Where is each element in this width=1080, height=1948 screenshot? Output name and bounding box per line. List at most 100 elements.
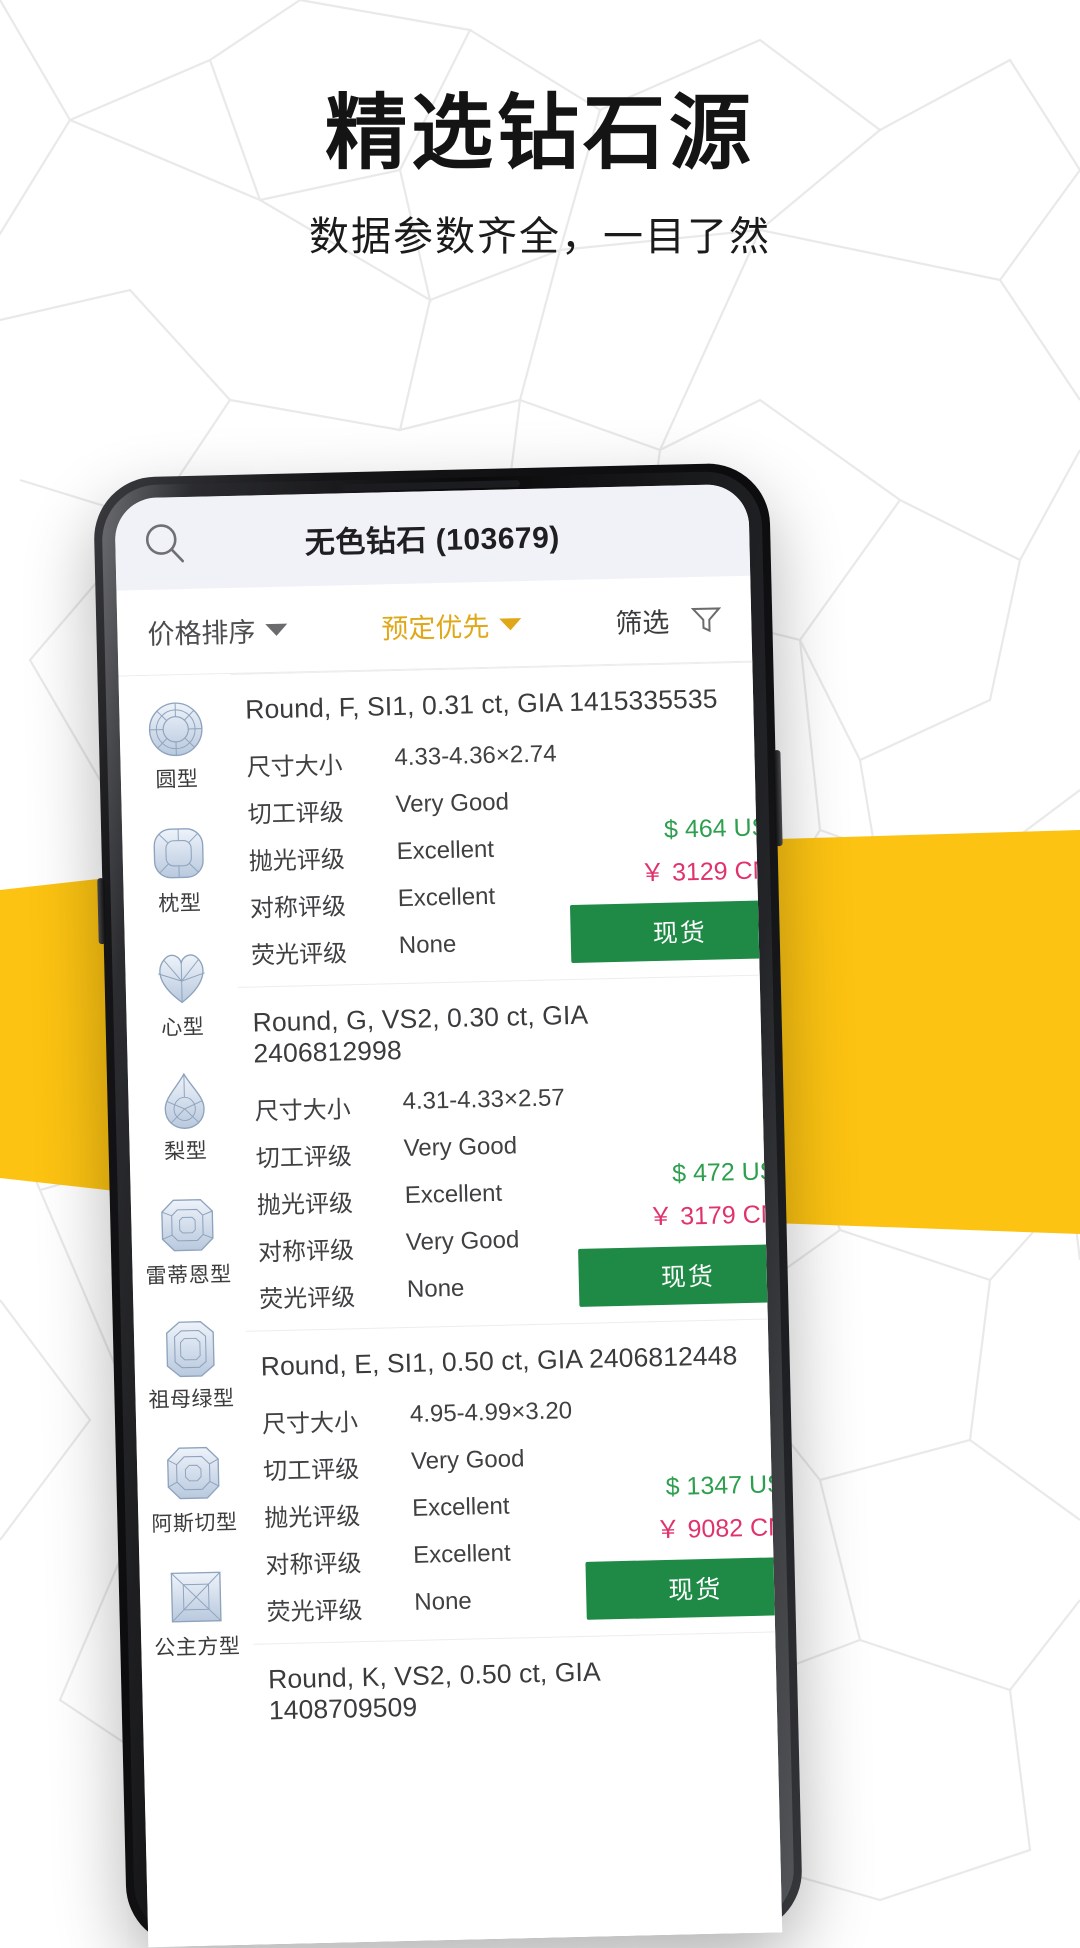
phone-mockup: 无色钻石 (103679) 价格排序 预定优先 筛选 bbox=[93, 462, 803, 1948]
shape-filter-princess[interactable]: 公主方型 bbox=[139, 1550, 254, 1677]
diamond-card-title: Round, K, VS2, 0.50 ct, GIA 1408709509 bbox=[268, 1653, 753, 1726]
diamond-price-block: $ 464 USD ￥ 3129 CNY 现货 bbox=[556, 735, 782, 963]
sort-bar-spacer-right bbox=[521, 621, 615, 623]
shape-filter-pear[interactable]: 梨型 bbox=[127, 1054, 242, 1181]
shape-filter-round[interactable]: 圆型 bbox=[119, 682, 234, 809]
diamond-card-title: Round, F, SI1, 0.31 ct, GIA 1415335535 bbox=[245, 683, 729, 725]
page-title: 无色钻石 (103679) bbox=[115, 508, 750, 567]
diamond-card-title: Round, G, VS2, 0.30 ct, GIA 2406812998 bbox=[252, 996, 737, 1069]
spec-value: Excellent bbox=[396, 836, 494, 873]
spec-key: 荧光评级 bbox=[259, 1276, 408, 1314]
app-header: 无色钻石 (103679) bbox=[114, 484, 750, 591]
shape-filter-emerald[interactable]: 祖母绿型 bbox=[133, 1302, 248, 1429]
spec-value: None bbox=[399, 931, 457, 967]
stock-status-button[interactable]: 现货 bbox=[586, 1557, 783, 1620]
sort-priority-dropdown[interactable]: 预定优先 bbox=[381, 604, 522, 646]
spec-key: 荧光评级 bbox=[266, 1589, 415, 1627]
shape-label: 阿斯切型 bbox=[151, 1506, 238, 1538]
diamond-card[interactable]: Round, G, VS2, 0.30 ct, GIA 2406812998 尺… bbox=[238, 975, 769, 1331]
price-cny: ￥ 9082 CNY bbox=[655, 1507, 782, 1546]
shape-label: 雷蒂恩型 bbox=[145, 1258, 232, 1290]
diamond-card[interactable]: Round, F, SI1, 0.31 ct, GIA 1415335535 尺… bbox=[230, 662, 761, 987]
sort-filter-bar: 价格排序 预定优先 筛选 bbox=[116, 576, 752, 677]
shape-label: 公主方型 bbox=[154, 1630, 241, 1662]
sort-priority-label: 预定优先 bbox=[381, 605, 490, 647]
spec-row-size: 尺寸大小 4.33-4.36×2.74 bbox=[246, 740, 557, 782]
shape-filter-cushion[interactable]: 枕型 bbox=[122, 806, 237, 933]
spec-value: Excellent bbox=[404, 1180, 502, 1217]
promo-headline: 精选钻石源 bbox=[0, 88, 1080, 180]
volume-button[interactable] bbox=[97, 878, 106, 944]
spec-row-size: 尺寸大小 4.95-4.99×3.20 bbox=[262, 1397, 573, 1439]
sort-price-dropdown[interactable]: 价格排序 bbox=[147, 610, 288, 652]
spec-row-fluorescence: 荧光评级 None bbox=[259, 1272, 570, 1314]
shape-label: 圆型 bbox=[155, 762, 199, 793]
stock-status-button[interactable]: 现货 bbox=[570, 900, 782, 963]
pear-diamond-icon bbox=[153, 1069, 216, 1132]
spec-row-symmetry: 对称评级 Excellent bbox=[265, 1538, 576, 1580]
spec-value: 4.31-4.33×2.57 bbox=[402, 1084, 565, 1123]
spec-row-symmetry: 对称评级 Excellent bbox=[249, 881, 560, 923]
spec-value: Very Good bbox=[403, 1132, 517, 1170]
princess-diamond-icon bbox=[164, 1565, 227, 1628]
price-cny: ￥ 3179 CNY bbox=[648, 1194, 783, 1233]
diamond-spec-list: 尺寸大小 4.33-4.36×2.74 切工评级 Very Good 抛光评级 … bbox=[246, 740, 561, 970]
spec-row-fluorescence: 荧光评级 None bbox=[266, 1585, 577, 1627]
radiant-diamond-icon bbox=[156, 1193, 219, 1256]
round-diamond-icon bbox=[144, 697, 207, 760]
shape-label: 祖母绿型 bbox=[148, 1382, 235, 1414]
yellow-accent-right bbox=[744, 830, 1080, 1234]
spec-row-polish: 抛光评级 Excellent bbox=[248, 834, 559, 876]
shape-filter-radiant[interactable]: 雷蒂恩型 bbox=[130, 1178, 245, 1305]
spec-value: Very Good bbox=[395, 788, 509, 826]
promo-text-block: 精选钻石源 数据参数齐全，一目了然 bbox=[0, 88, 1080, 262]
diamond-card-body: 尺寸大小 4.33-4.36×2.74 切工评级 Very Good 抛光评级 … bbox=[246, 736, 735, 970]
shape-label: 枕型 bbox=[158, 886, 202, 917]
cushion-diamond-icon bbox=[147, 821, 210, 884]
emerald-diamond-icon bbox=[159, 1317, 222, 1380]
spec-key: 切工评级 bbox=[263, 1448, 412, 1486]
spec-value: 4.95-4.99×3.20 bbox=[410, 1397, 573, 1436]
spec-value: Excellent bbox=[397, 883, 495, 920]
diamond-card-list: Round, F, SI1, 0.31 ct, GIA 1415335535 尺… bbox=[230, 662, 782, 1945]
diamond-list-area: 圆型 枕型 bbox=[118, 662, 782, 1948]
spec-value: 4.33-4.36×2.74 bbox=[394, 740, 557, 779]
spec-value: None bbox=[407, 1275, 465, 1311]
shape-filter-asscher[interactable]: 阿斯切型 bbox=[136, 1426, 251, 1553]
spec-row-cut: 切工评级 Very Good bbox=[263, 1444, 574, 1486]
spec-value: None bbox=[414, 1588, 472, 1624]
search-icon[interactable] bbox=[141, 520, 188, 567]
diamond-card-body: 尺寸大小 4.31-4.33×2.57 切工评级 Very Good 抛光评级 … bbox=[254, 1080, 743, 1314]
diamond-card[interactable]: Round, K, VS2, 0.50 ct, GIA 1408709509 bbox=[253, 1631, 779, 1764]
phone-body: 无色钻石 (103679) 价格排序 预定优先 筛选 bbox=[93, 462, 803, 1948]
spec-key: 对称评级 bbox=[258, 1229, 407, 1267]
spec-key: 对称评级 bbox=[249, 885, 398, 923]
spec-row-cut: 切工评级 Very Good bbox=[247, 787, 558, 829]
diamond-price-block: $ 472 USD ￥ 3179 CNY 现货 bbox=[564, 1079, 782, 1307]
sort-bar-spacer-left bbox=[287, 627, 381, 629]
spec-key: 尺寸大小 bbox=[246, 744, 395, 782]
spec-value: Very Good bbox=[411, 1445, 525, 1483]
stock-status-button[interactable]: 现货 bbox=[578, 1244, 782, 1307]
diamond-spec-list: 尺寸大小 4.95-4.99×3.20 切工评级 Very Good 抛光评级 … bbox=[262, 1397, 577, 1627]
diamond-card[interactable]: Round, E, SI1, 0.50 ct, GIA 2406812448 尺… bbox=[246, 1318, 777, 1643]
spec-row-polish: 抛光评级 Excellent bbox=[264, 1491, 575, 1533]
spec-key: 尺寸大小 bbox=[254, 1088, 403, 1126]
spec-row-size: 尺寸大小 4.31-4.33×2.57 bbox=[254, 1084, 565, 1126]
phone-screen: 无色钻石 (103679) 价格排序 预定优先 筛选 bbox=[114, 484, 782, 1948]
filter-button[interactable]: 筛选 bbox=[615, 599, 722, 640]
spec-row-cut: 切工评级 Very Good bbox=[255, 1131, 566, 1173]
sort-price-label: 价格排序 bbox=[147, 610, 256, 652]
heart-diamond-icon bbox=[150, 945, 213, 1008]
spec-key: 切工评级 bbox=[255, 1135, 404, 1173]
spec-value: Very Good bbox=[406, 1226, 520, 1264]
spec-key: 抛光评级 bbox=[256, 1182, 405, 1220]
diamond-card-body: 尺寸大小 4.95-4.99×3.20 切工评级 Very Good 抛光评级 … bbox=[262, 1393, 751, 1627]
spec-row-symmetry: 对称评级 Very Good bbox=[258, 1225, 569, 1267]
shape-filter-heart[interactable]: 心型 bbox=[124, 930, 239, 1057]
spec-key: 抛光评级 bbox=[264, 1495, 413, 1533]
filter-label: 筛选 bbox=[615, 601, 670, 641]
spec-value: Excellent bbox=[412, 1493, 510, 1530]
shape-label: 心型 bbox=[161, 1010, 205, 1041]
spec-key: 对称评级 bbox=[265, 1542, 414, 1580]
